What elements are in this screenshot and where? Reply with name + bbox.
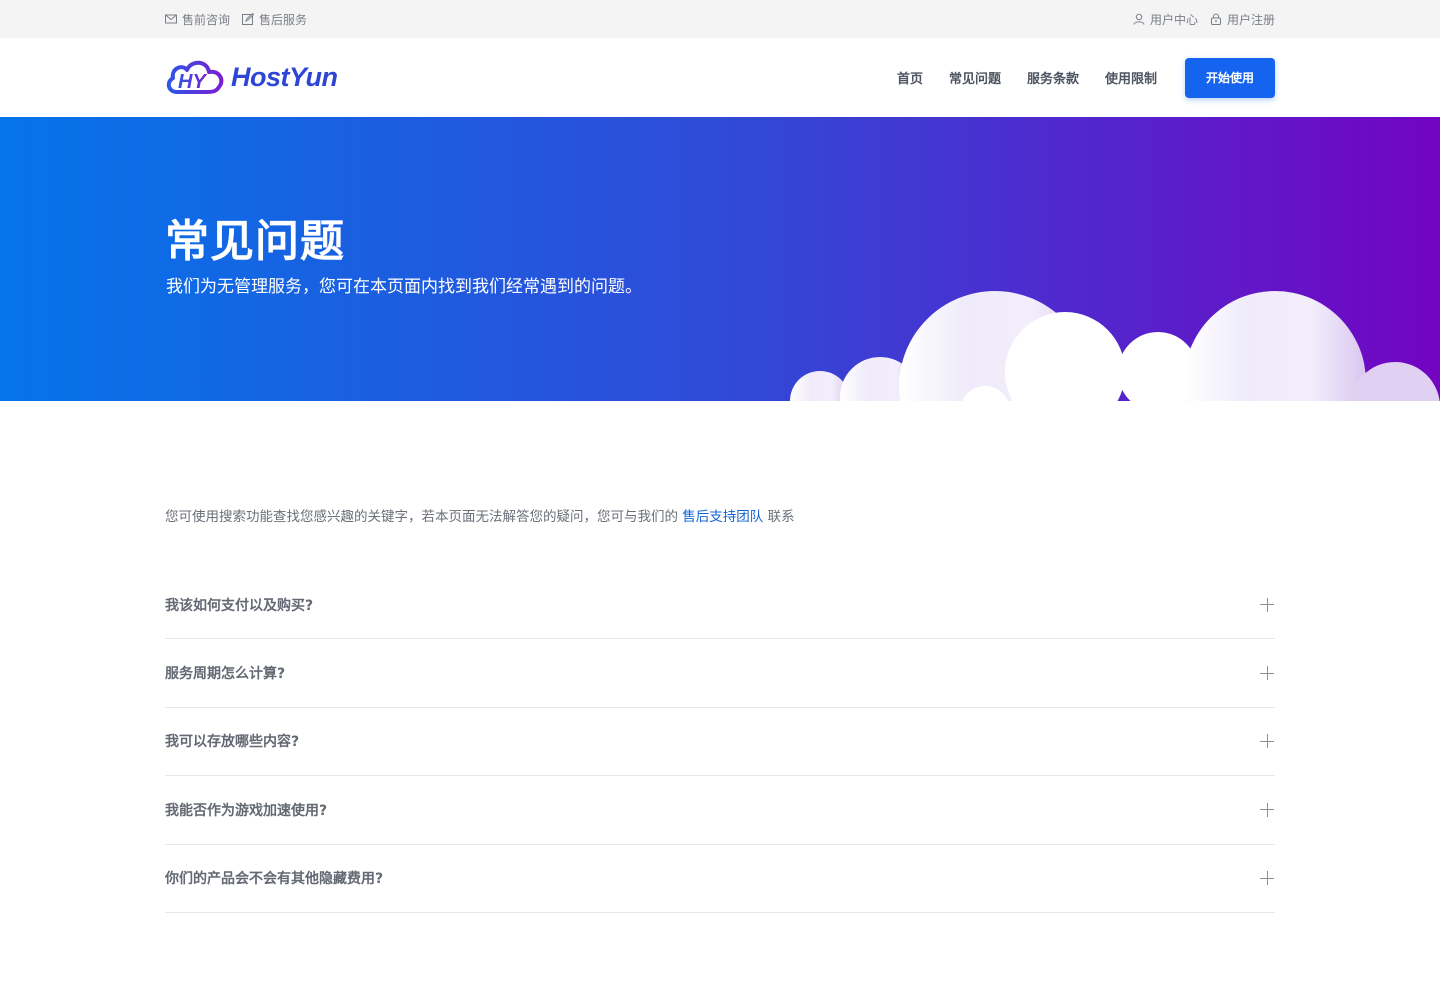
faq-question: 我能否作为游戏加速使用? [165, 802, 328, 819]
user-center-link[interactable]: 用户中心 [1133, 11, 1198, 28]
faq-question: 你们的产品会不会有其他隐藏费用? [165, 871, 384, 888]
hostyun-logo-icon: HY [166, 60, 224, 94]
topbar-left: 售前咨询 售后服务 [165, 11, 307, 28]
clouds-decoration [790, 291, 1440, 401]
edit-icon [242, 13, 255, 25]
faq-item[interactable]: 我该如何支付以及购买? [165, 571, 1275, 640]
logo-text: HostYun [231, 62, 338, 92]
intro-text-after: 联系 [763, 509, 795, 525]
nav-item-terms[interactable]: 服务条款 [1027, 68, 1079, 87]
topbar-right: 用户中心 用户注册 [1133, 11, 1275, 28]
nav-item-restrictions[interactable]: 使用限制 [1105, 68, 1157, 87]
register-link[interactable]: 用户注册 [1210, 11, 1275, 28]
plus-icon[interactable] [1260, 597, 1274, 612]
presales-label: 售前咨询 [182, 12, 231, 27]
register-label: 用户注册 [1226, 12, 1275, 27]
svg-text:HY: HY [178, 71, 207, 93]
user-icon [1133, 13, 1145, 25]
faq-intro: 您可使用搜索功能查找您感兴趣的关键字，若本页面无法解答您的疑问，您可与我们的 售… [165, 505, 795, 525]
user-center-label: 用户中心 [1149, 12, 1198, 27]
hero-banner: 常见问题 我们为无管理服务，您可在本页面内找到我们经常遇到的问题。 [0, 117, 1440, 401]
support-team-link[interactable]: 售后支持团队 [682, 509, 763, 525]
mail-icon [165, 14, 177, 24]
nav-item-home[interactable]: 首页 [897, 68, 923, 87]
page-title: 常见问题 [165, 216, 345, 267]
page-subtitle: 我们为无管理服务，您可在本页面内找到我们经常遇到的问题。 [166, 277, 642, 297]
plus-icon[interactable] [1260, 734, 1274, 749]
top-utility-bar: 售前咨询 售后服务 用户中心 用户注册 [0, 0, 1440, 38]
site-header: HY HostYun 首页 常见问题 服务条款 使用限制 开始使用 [0, 38, 1440, 117]
plus-icon[interactable] [1260, 871, 1274, 886]
aftersales-label: 售后服务 [259, 12, 308, 27]
aftersales-link[interactable]: 售后服务 [242, 11, 307, 28]
plus-icon[interactable] [1260, 666, 1274, 681]
faq-question: 我该如何支付以及购买? [165, 597, 314, 614]
faq-item[interactable]: 服务周期怎么计算? [165, 639, 1275, 708]
nav-item-faq[interactable]: 常见问题 [949, 68, 1001, 87]
get-started-button[interactable]: 开始使用 [1185, 57, 1275, 98]
presales-link[interactable]: 售前咨询 [165, 11, 230, 28]
logo[interactable]: HY HostYun [165, 56, 338, 100]
plus-icon[interactable] [1260, 802, 1274, 817]
faq-question: 服务周期怎么计算? [165, 666, 286, 683]
faq-item[interactable]: 我能否作为游戏加速使用? [165, 776, 1275, 845]
lock-icon [1210, 13, 1221, 25]
faq-item[interactable]: 我可以存放哪些内容? [165, 708, 1275, 777]
faq-list: 我该如何支付以及购买? 服务周期怎么计算? 我可以存放哪些内容? 我能否作为游戏… [165, 571, 1275, 913]
faq-question: 我可以存放哪些内容? [165, 734, 300, 751]
faq-item[interactable]: 你们的产品会不会有其他隐藏费用? [165, 845, 1275, 913]
intro-text-before: 您可使用搜索功能查找您感兴趣的关键字，若本页面无法解答您的疑问，您可与我们的 [165, 509, 683, 525]
main-nav: 首页 常见问题 服务条款 使用限制 开始使用 [871, 57, 1275, 98]
